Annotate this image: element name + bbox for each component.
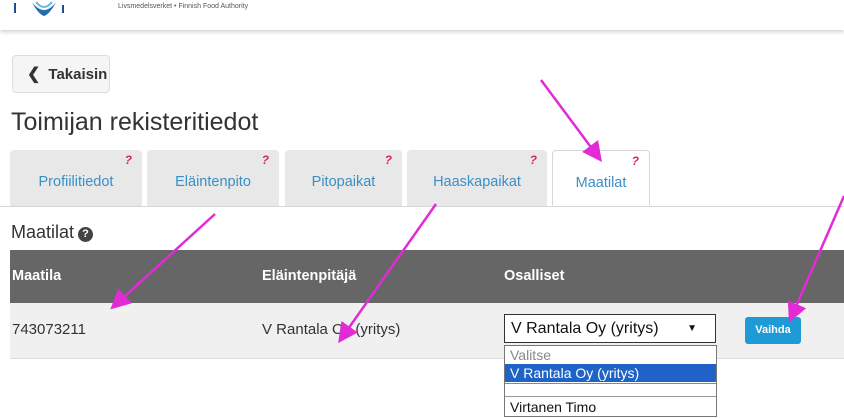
table-header: Maatila Eläintenpitäjä Osalliset	[10, 250, 844, 303]
help-badge: ?	[384, 153, 392, 167]
chevron-left-icon: ❮	[27, 66, 41, 83]
cell-maatila: 743073211	[12, 321, 86, 338]
cell-elaintenpitaja: V Rantala Oy (yritys)	[262, 321, 401, 338]
help-badge: ?	[631, 154, 639, 168]
dropdown-option-placeholder[interactable]: Valitse	[505, 346, 716, 364]
tab-label: Maatilat	[575, 175, 627, 191]
tab-bar: ? Profiilitiedot ? Eläintenpito ? Pitopa…	[10, 150, 844, 206]
back-button[interactable]: ❮ Takaisin	[12, 55, 110, 93]
agency-logo	[14, 1, 64, 16]
vaihda-button[interactable]: Vaihda	[745, 317, 801, 344]
page-title: Toimijan rekisteritiedot	[11, 108, 259, 136]
top-bar: Livsmedelsverket • Finnish Food Authorit…	[0, 0, 844, 30]
tab-pitopaikat[interactable]: ? Pitopaikat	[285, 150, 402, 206]
caret-down-icon: ▼	[687, 323, 697, 334]
help-badge: ?	[261, 153, 269, 167]
dropdown-option-selected[interactable]: V Rantala Oy (yritys)	[505, 364, 716, 382]
column-header-maatila: Maatila	[12, 268, 62, 284]
tab-label: Pitopaikat	[311, 174, 376, 190]
section-title: Maatilat?	[11, 222, 94, 243]
tab-label: Profiilitiedot	[38, 174, 114, 190]
arrow-to-maatilat-tab	[539, 79, 602, 163]
back-button-label: Takaisin	[48, 65, 108, 83]
tab-divider	[0, 206, 844, 207]
tab-elaintenpito[interactable]: ? Eläintenpito	[147, 150, 279, 206]
osalliset-dropdown: Valitse V Rantala Oy (yritys) Virtanen T…	[504, 345, 717, 417]
column-header-osalliset: Osalliset	[504, 268, 565, 284]
dropdown-option-blank[interactable]	[505, 383, 716, 397]
tab-label: Eläintenpito	[175, 174, 251, 190]
tab-label: Haaskapaikat	[433, 174, 521, 190]
tab-haaskapaikat[interactable]: ? Haaskapaikat	[407, 150, 547, 206]
agency-name: Livsmedelsverket • Finnish Food Authorit…	[118, 3, 249, 10]
help-badge: ?	[124, 153, 132, 167]
dropdown-option[interactable]: Virtanen Timo	[505, 396, 716, 416]
help-badge: ?	[529, 153, 537, 167]
column-header-elaintenpitaja: Eläintenpitäjä	[262, 268, 357, 284]
tab-profiilitiedot[interactable]: ? Profiilitiedot	[10, 150, 142, 206]
table-row: 743073211 V Rantala Oy (yritys) V Rantal…	[10, 303, 844, 359]
osalliset-select[interactable]: V Rantala Oy (yritys) ▼	[504, 314, 716, 343]
tab-maatilat[interactable]: ? Maatilat	[552, 150, 650, 206]
question-circle-icon[interactable]: ?	[78, 227, 94, 242]
